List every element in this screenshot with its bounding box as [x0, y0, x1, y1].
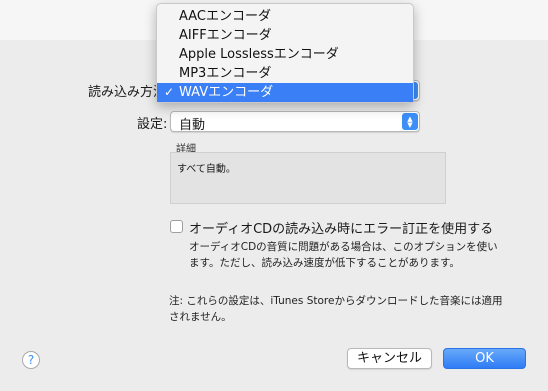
setting-popup[interactable]: 自動 ▲ ▼ — [170, 111, 420, 133]
note-line: 注: これらの設定は、iTunes Storeからダウンロードした音楽には適用 — [169, 295, 503, 307]
description-line: ます。ただし、読み込み速度が低下することがあります。 — [189, 257, 460, 269]
description-line: オーディオCDの音質に問題がある場合は、このオプションを使い — [189, 241, 498, 253]
import-method-label: 読み込み方法 — [88, 85, 167, 100]
setting-value: 自動 — [179, 118, 206, 133]
menu-item-label: AIFFエンコーダ — [179, 28, 272, 43]
setting-label: 設定: — [137, 117, 168, 132]
import-method-menu: AACエンコーダ AIFFエンコーダ Apple Losslessエンコーダ M… — [156, 3, 414, 103]
menu-item-label: MP3エンコーダ — [179, 66, 272, 81]
popup-stepper-icon: ▲▼ — [402, 113, 418, 130]
details-box: すべて自動。 — [170, 152, 446, 204]
menu-item-wav[interactable]: ✓ WAVエンコーダ — [157, 83, 413, 102]
menu-item-aiff[interactable]: AIFFエンコーダ — [157, 26, 413, 45]
menu-item-label: WAVエンコーダ — [179, 85, 274, 100]
itunes-store-note: 注: これらの設定は、iTunes Storeからダウンロードした音楽には適用 … — [169, 293, 509, 325]
details-text: すべて自動。 — [177, 164, 236, 175]
menu-item-aac[interactable]: AACエンコーダ — [157, 7, 413, 26]
help-button[interactable]: ? — [22, 351, 40, 369]
menu-item-label: Apple Losslessエンコーダ — [179, 47, 339, 62]
note-line: されません。 — [169, 311, 232, 323]
error-correction-checkbox[interactable] — [170, 220, 183, 233]
menu-item-label: AACエンコーダ — [179, 9, 271, 24]
checkmark-icon: ✓ — [164, 85, 175, 99]
error-correction-label[interactable]: オーディオCDの読み込み時にエラー訂正を使用する — [189, 218, 493, 237]
error-correction-description: オーディオCDの音質に問題がある場合は、このオプションを使い ます。ただし、読み… — [189, 239, 524, 271]
cancel-button[interactable]: キャンセル — [347, 348, 432, 369]
ok-button[interactable]: OK — [443, 348, 526, 369]
menu-item-apple-lossless[interactable]: Apple Losslessエンコーダ — [157, 45, 413, 64]
menu-item-mp3[interactable]: MP3エンコーダ — [157, 64, 413, 83]
